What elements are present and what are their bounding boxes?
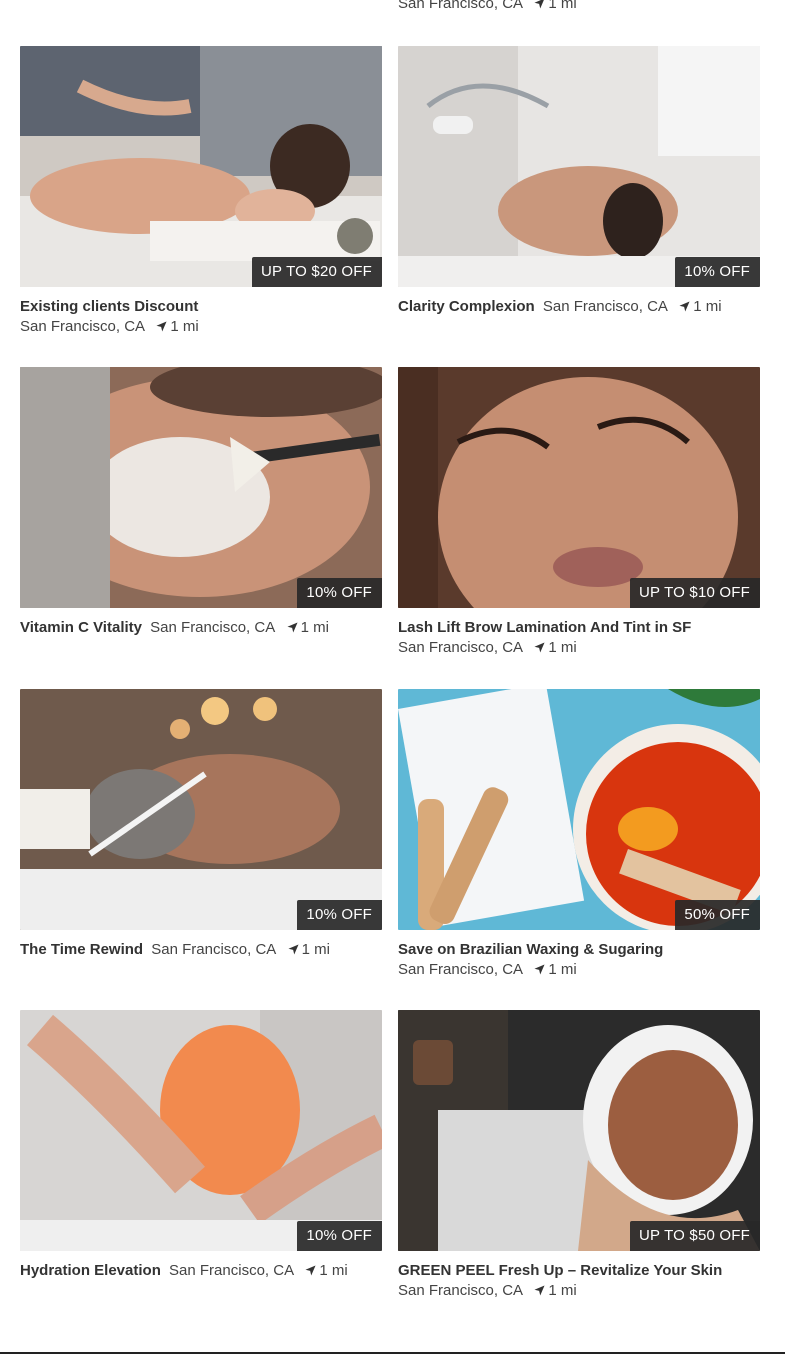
card-distance: 1 mi xyxy=(534,1282,577,1299)
discount-badge: UP TO $50 OFF xyxy=(630,1221,760,1251)
deal-card[interactable]: 10% OFF Clarity Complexion San Francisco… xyxy=(398,46,760,317)
deal-card[interactable]: UP TO $10 OFF Lash Lift Brow Lamination … xyxy=(398,367,760,658)
discount-badge: 10% OFF xyxy=(675,257,760,287)
card-location: San Francisco, CA xyxy=(398,639,523,656)
navigation-arrow-icon xyxy=(305,1265,316,1276)
navigation-arrow-icon xyxy=(156,321,167,332)
deal-title[interactable]: Existing clients Discount xyxy=(20,297,382,317)
deal-card[interactable]: 10% OFF The Time Rewind San Francisco, C… xyxy=(20,689,382,960)
card-location: San Francisco, CA xyxy=(169,1262,294,1279)
deal-image-mask-brush[interactable]: 10% OFF xyxy=(20,367,382,608)
deal-image-mature-facial[interactable]: 10% OFF xyxy=(20,689,382,930)
navigation-arrow-icon xyxy=(287,622,298,633)
deal-image-massage[interactable]: UP TO $20 OFF xyxy=(20,46,382,287)
card-location: San Francisco, CA xyxy=(398,0,523,12)
deal-info: The Time Rewind San Francisco, CA 1 mi xyxy=(20,940,382,960)
navigation-arrow-icon xyxy=(679,301,690,312)
card-location: San Francisco, CA xyxy=(542,298,668,315)
deal-title[interactable]: Save on Brazilian Waxing & Sugaring xyxy=(398,940,760,960)
navigation-arrow-icon xyxy=(534,642,545,653)
card-distance: 1 mi xyxy=(679,298,722,315)
navigation-arrow-icon xyxy=(534,0,545,9)
deal-image-orange-mask[interactable]: 10% OFF xyxy=(20,1010,382,1251)
deal-title[interactable]: The Time Rewind xyxy=(20,941,143,958)
deal-info: Clarity Complexion San Francisco, CA 1 m… xyxy=(398,297,760,317)
card-distance: 1 mi xyxy=(534,961,577,978)
deal-card[interactable]: 10% OFF Vitamin C Vitality San Francisco… xyxy=(20,367,382,638)
card-location: San Francisco, CA xyxy=(151,941,276,958)
previous-card-location-row: San Francisco, CA 1 mi xyxy=(398,0,577,12)
card-distance: 1 mi xyxy=(288,941,330,958)
deal-info: Lash Lift Brow Lamination And Tint in SF… xyxy=(398,618,760,658)
deal-image-green-peel[interactable]: UP TO $50 OFF xyxy=(398,1010,760,1251)
discount-badge: 10% OFF xyxy=(297,1221,382,1251)
card-distance: 1 mi xyxy=(305,1262,348,1279)
deal-info: Hydration Elevation San Francisco, CA 1 … xyxy=(20,1261,382,1281)
deal-card[interactable]: 10% OFF Hydration Elevation San Francisc… xyxy=(20,1010,382,1281)
deal-info: GREEN PEEL Fresh Up – Revitalize Your Sk… xyxy=(398,1261,760,1301)
discount-badge: UP TO $20 OFF xyxy=(252,257,382,287)
deal-title[interactable]: Lash Lift Brow Lamination And Tint in SF xyxy=(398,618,760,638)
deal-card[interactable]: 50% OFF Save on Brazilian Waxing & Sugar… xyxy=(398,689,760,980)
discount-badge: 50% OFF xyxy=(675,900,760,930)
card-distance: 1 mi xyxy=(287,619,329,636)
deal-title[interactable]: Vitamin C Vitality xyxy=(20,619,142,636)
navigation-arrow-icon xyxy=(534,964,545,975)
deal-title[interactable]: Hydration Elevation xyxy=(20,1262,161,1279)
deal-title[interactable]: GREEN PEEL Fresh Up – Revitalize Your Sk… xyxy=(398,1261,760,1281)
deal-info: Save on Brazilian Waxing & Sugaring San … xyxy=(398,940,760,980)
discount-badge: 10% OFF xyxy=(297,578,382,608)
discount-badge: 10% OFF xyxy=(297,900,382,930)
deal-image-wax[interactable]: 50% OFF xyxy=(398,689,760,930)
card-distance: 1 mi xyxy=(534,0,577,12)
card-distance: 1 mi xyxy=(534,639,577,656)
card-location: San Francisco, CA xyxy=(20,318,145,335)
card-location: San Francisco, CA xyxy=(398,1282,523,1299)
deal-card[interactable]: UP TO $50 OFF GREEN PEEL Fresh Up – Revi… xyxy=(398,1010,760,1301)
deal-title[interactable]: Clarity Complexion xyxy=(398,298,535,315)
card-location: San Francisco, CA xyxy=(398,961,523,978)
deal-card[interactable]: UP TO $20 OFF Existing clients Discount … xyxy=(20,46,382,337)
navigation-arrow-icon xyxy=(288,944,299,955)
deal-info: Vitamin C Vitality San Francisco, CA 1 m… xyxy=(20,618,382,638)
deal-info: Existing clients Discount San Francisco,… xyxy=(20,297,382,337)
deal-image-facial-device[interactable]: 10% OFF xyxy=(398,46,760,287)
card-location: San Francisco, CA xyxy=(150,619,275,636)
navigation-arrow-icon xyxy=(534,1285,545,1296)
card-distance: 1 mi xyxy=(156,318,199,335)
discount-badge: UP TO $10 OFF xyxy=(630,578,760,608)
deal-image-lashes[interactable]: UP TO $10 OFF xyxy=(398,367,760,608)
